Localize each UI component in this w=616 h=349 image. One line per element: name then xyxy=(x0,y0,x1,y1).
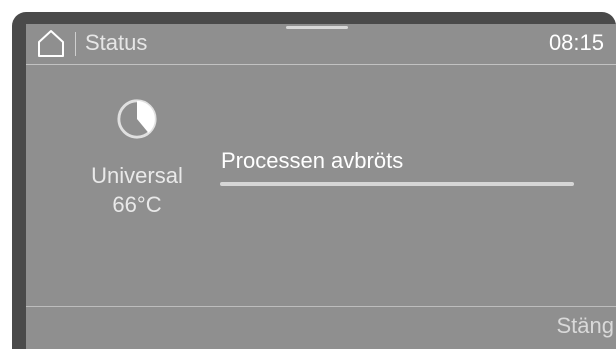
program-info: Universal 66°C xyxy=(62,98,212,220)
footer-divider xyxy=(26,306,616,307)
page-title: Status xyxy=(85,30,148,55)
status-underline xyxy=(220,182,574,186)
display-screen: Status 08:15 Universal 66°C Processen av… xyxy=(26,24,616,349)
header-bar: Status 08:15 xyxy=(26,24,616,65)
clock-time: 08:15 xyxy=(548,30,604,55)
program-temperature: 66°C xyxy=(112,192,162,217)
header-divider xyxy=(75,32,76,56)
close-button[interactable]: Stäng xyxy=(557,313,615,339)
home-icon xyxy=(38,30,64,57)
status-message: Processen avbröts xyxy=(221,148,404,173)
top-handle xyxy=(286,26,348,29)
program-pie-icon xyxy=(117,99,157,139)
home-button[interactable] xyxy=(36,28,66,58)
program-name: Universal xyxy=(91,163,183,188)
